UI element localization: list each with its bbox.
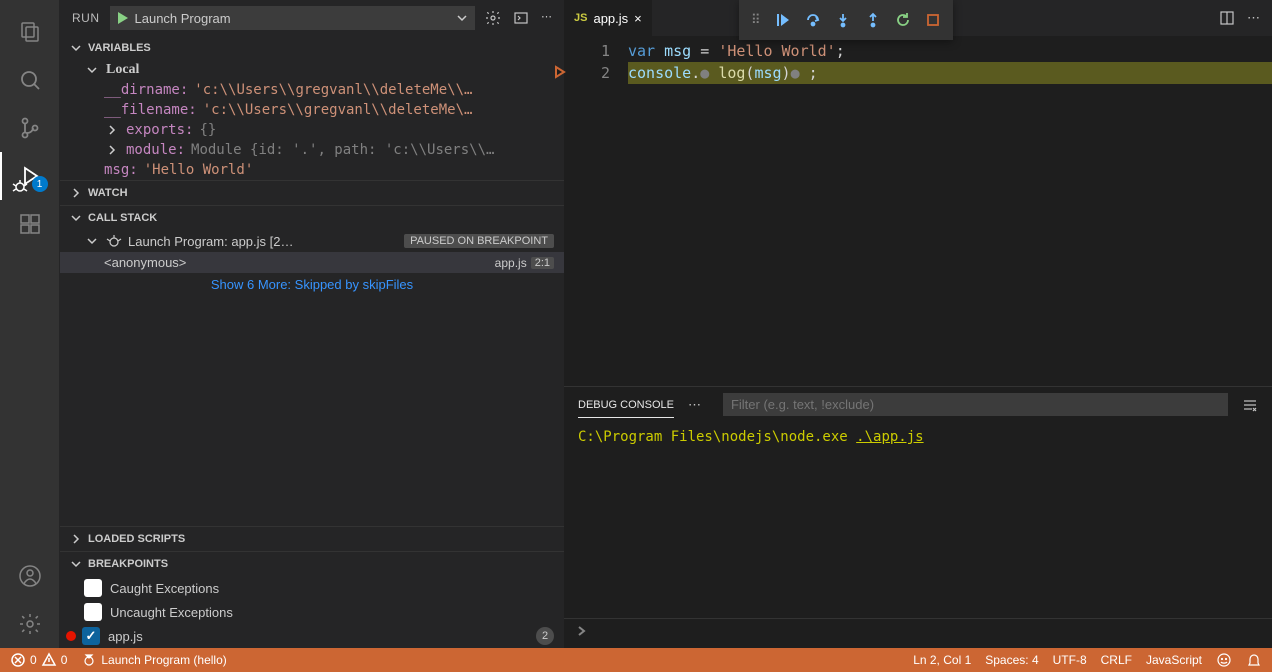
section-loaded-scripts[interactable]: LOADED SCRIPTS	[60, 526, 564, 551]
accounts-icon[interactable]	[6, 552, 54, 600]
checkbox[interactable]	[84, 579, 102, 597]
editor-body[interactable]: 1 2 var msg = 'Hello World'; console.● l…	[564, 36, 1272, 386]
console-input[interactable]	[564, 618, 1272, 648]
search-icon[interactable]	[6, 56, 54, 104]
clear-console-icon[interactable]	[1242, 397, 1258, 413]
step-out-button[interactable]	[865, 12, 881, 28]
sb-errors[interactable]: 0 0	[10, 652, 67, 668]
breakpoint-current-icon	[554, 65, 568, 79]
more-icon[interactable]: ⋯	[1247, 10, 1260, 26]
editor-area: JS app.js × ⠿ ⋯ 1 2 var msg = 'Hello	[564, 0, 1272, 648]
section-variables[interactable]: VARIABLES	[60, 36, 564, 60]
js-file-icon: JS	[574, 12, 587, 24]
sb-eol[interactable]: CRLF	[1101, 653, 1132, 667]
line-number: 1	[564, 40, 610, 62]
var-msg[interactable]: msg: 'Hello World'	[60, 160, 564, 180]
console-filter[interactable]	[723, 393, 1228, 416]
explorer-icon[interactable]	[6, 8, 54, 56]
breakpoint-dot-icon	[66, 631, 76, 641]
var-dirname[interactable]: __dirname: 'c:\\Users\\gregvanl\\deleteM…	[60, 80, 564, 100]
section-breakpoints[interactable]: BREAKPOINTS	[60, 551, 564, 576]
bug-icon	[81, 652, 97, 668]
launch-config-select[interactable]: Launch Program	[110, 6, 476, 30]
settings-gear-icon[interactable]	[6, 600, 54, 648]
source-control-icon[interactable]	[6, 104, 54, 152]
restart-button[interactable]	[895, 12, 911, 28]
debug-console-icon[interactable]	[513, 10, 529, 26]
var-filename[interactable]: __filename: 'c:\\Users\\gregvanl\\delete…	[60, 100, 564, 120]
sidebar-header: RUN Launch Program ⋯	[60, 0, 564, 36]
chevron-down-icon[interactable]	[454, 10, 470, 26]
tab-appjs[interactable]: JS app.js ×	[564, 0, 653, 36]
feedback-icon[interactable]	[1216, 652, 1232, 668]
extensions-icon[interactable]	[6, 200, 54, 248]
tab-bar: JS app.js × ⠿ ⋯	[564, 0, 1272, 36]
callstack-program[interactable]: Launch Program: app.js [2… PAUSED ON BRE…	[60, 230, 564, 252]
callstack-frame[interactable]: <anonymous> app.js 2:1	[60, 252, 564, 273]
console-link[interactable]: .\app.js	[856, 429, 923, 445]
line-number: 2	[564, 62, 610, 84]
close-icon[interactable]: ×	[634, 11, 642, 26]
continue-button[interactable]	[775, 12, 791, 28]
bp-caught-exceptions[interactable]: Caught Exceptions	[60, 576, 564, 600]
bp-count-badge: 2	[536, 627, 554, 645]
checkbox[interactable]	[84, 603, 102, 621]
code-line[interactable]: console.● log(msg)● ;	[628, 62, 1272, 84]
debug-toolbar[interactable]: ⠿	[739, 0, 953, 40]
step-into-button[interactable]	[835, 12, 851, 28]
tab-debug-console[interactable]: DEBUG CONSOLE	[578, 391, 674, 418]
start-debug-icon[interactable]	[115, 10, 131, 26]
launch-config-label: Launch Program	[135, 11, 455, 26]
section-watch[interactable]: WATCH	[60, 180, 564, 205]
debug-badge: 1	[32, 176, 48, 192]
section-callstack[interactable]: CALL STACK	[60, 205, 564, 230]
paused-badge: PAUSED ON BREAKPOINT	[404, 234, 554, 248]
status-bar: 0 0 Launch Program (hello) Ln 2, Col 1 S…	[0, 648, 1272, 672]
code[interactable]: var msg = 'Hello World'; console.● log(m…	[628, 40, 1272, 386]
more-icon[interactable]: ⋯	[541, 10, 552, 26]
stop-button[interactable]	[925, 12, 941, 28]
bp-file[interactable]: ✓ app.js 2	[60, 624, 564, 648]
checkbox[interactable]: ✓	[82, 627, 100, 645]
console-output: C:\Program Files\nodejs\node.exe .\app.j…	[564, 423, 1272, 618]
grip-icon[interactable]: ⠿	[751, 12, 761, 28]
var-module[interactable]: module: Module {id: '.', path: 'c:\\User…	[60, 140, 564, 160]
gear-icon[interactable]	[485, 10, 501, 26]
bug-icon	[106, 233, 122, 249]
sb-encoding[interactable]: UTF-8	[1053, 653, 1087, 667]
gutter: 1 2	[564, 40, 628, 386]
activity-bar: 1	[0, 0, 60, 648]
sb-launch[interactable]: Launch Program (hello)	[81, 652, 226, 668]
sb-lang[interactable]: JavaScript	[1146, 653, 1202, 667]
run-debug-icon[interactable]: 1	[6, 152, 54, 200]
debug-console-panel: DEBUG CONSOLE ⋯ C:\Program Files\nodejs\…	[564, 386, 1272, 648]
run-title: RUN	[72, 11, 100, 25]
scope-local[interactable]: Local	[60, 60, 564, 80]
step-over-button[interactable]	[805, 12, 821, 28]
bp-uncaught-exceptions[interactable]: Uncaught Exceptions	[60, 600, 564, 624]
run-sidebar: RUN Launch Program ⋯ VARIABLES Local __d…	[60, 0, 564, 648]
more-icon[interactable]: ⋯	[688, 397, 701, 413]
sb-ln-col[interactable]: Ln 2, Col 1	[913, 653, 971, 667]
callstack-show-more[interactable]: Show 6 More: Skipped by skipFiles	[60, 273, 564, 296]
sb-spaces[interactable]: Spaces: 4	[985, 653, 1038, 667]
notifications-icon[interactable]	[1246, 652, 1262, 668]
var-exports[interactable]: exports: {}	[60, 120, 564, 140]
panel-tabs: DEBUG CONSOLE ⋯	[564, 387, 1272, 423]
split-editor-icon[interactable]	[1219, 10, 1235, 26]
code-line[interactable]: var msg = 'Hello World';	[628, 40, 1272, 62]
filter-input[interactable]	[723, 393, 1228, 416]
